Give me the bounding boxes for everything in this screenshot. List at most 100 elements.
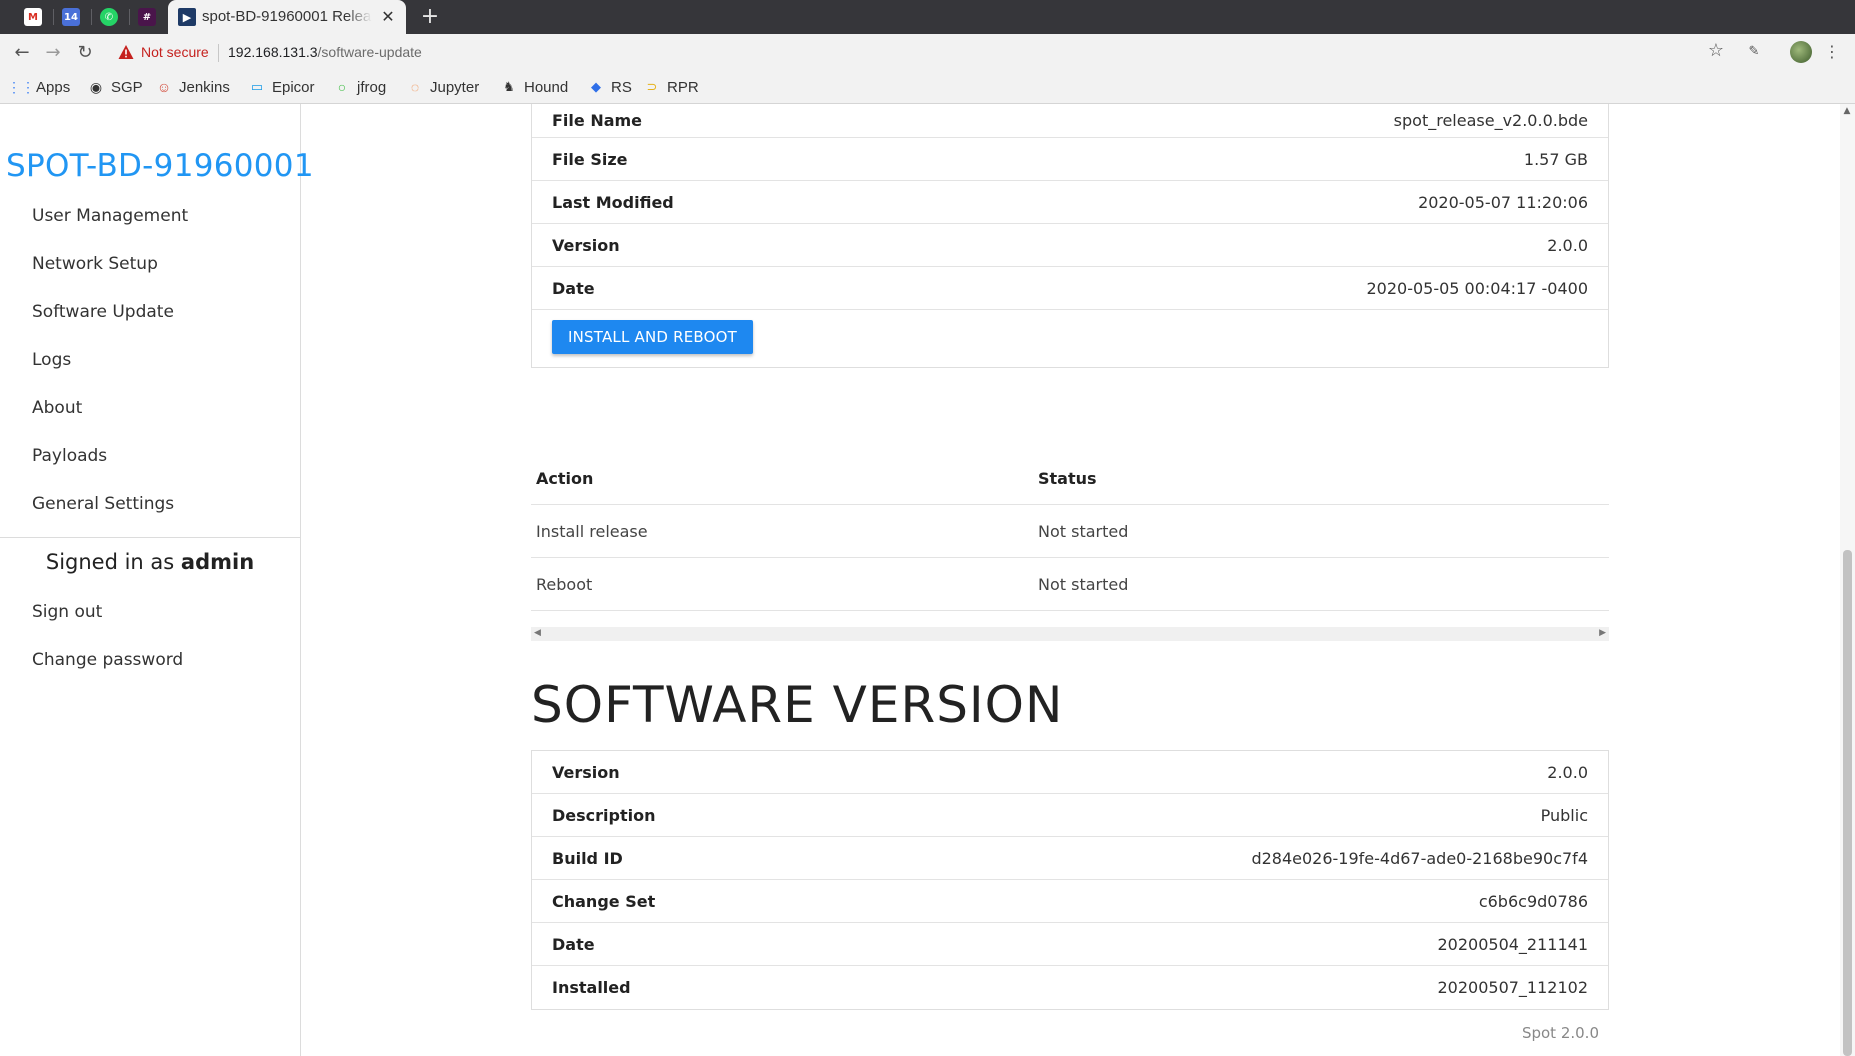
url-text[interactable]: 192.168.131.3/software-update — [228, 44, 422, 60]
not-secure-label[interactable]: Not secure — [141, 44, 209, 60]
kv-value: 2.0.0 — [1547, 235, 1588, 255]
apps-grid-icon: ⋮⋮ — [7, 78, 35, 95]
sidebar-item-user-management[interactable]: User Management — [32, 206, 188, 226]
back-arrow-icon[interactable]: ← — [10, 41, 34, 65]
table-row: Reboot Not started — [531, 558, 1609, 611]
install-and-reboot-button[interactable]: INSTALL AND REBOOT — [552, 320, 754, 354]
kv-row-installed: Installed 20200507_112102 — [532, 966, 1608, 1009]
bookmark-jenkins[interactable]: ☺ Jenkins — [156, 76, 230, 98]
bookmark-label: SGP — [111, 78, 143, 96]
change-password-link[interactable]: Change password — [32, 650, 183, 670]
page-viewport: SPOT-BD-91960001 User Management Network… — [0, 104, 1855, 1056]
rs-icon: ◆ — [591, 79, 601, 94]
rpr-icon: ⊃ — [646, 79, 658, 94]
menu-kebab-icon[interactable]: ⋮ — [1824, 40, 1840, 64]
table-horizontal-scrollbar[interactable]: ◀ ▶ — [531, 627, 1609, 641]
kv-row-date: Date 20200504_211141 — [532, 923, 1608, 966]
extension-icon[interactable]: ✎ — [1744, 42, 1764, 62]
calendar-icon: 14 — [62, 8, 80, 26]
hound-icon: ♞ — [503, 79, 515, 94]
spot-favicon-icon: ▶ — [178, 8, 196, 26]
kv-value: c6b6c9d0786 — [1478, 891, 1588, 911]
kv-row-file-size: File Size 1.57 GB — [532, 138, 1608, 181]
sign-out-link[interactable]: Sign out — [32, 602, 102, 622]
kv-row-file-name: File Name spot_release_v2.0.0.bde — [532, 104, 1608, 138]
slack-icon: # — [138, 8, 156, 26]
bookmark-hound[interactable]: ♞ Hound — [501, 76, 568, 98]
kv-value: spot_release_v2.0.0.bde — [1393, 111, 1588, 130]
kv-key: File Size — [552, 149, 628, 169]
kv-key: Version — [552, 235, 620, 255]
bookmark-jfrog[interactable]: ○ jfrog — [334, 76, 386, 98]
bookmark-rpr[interactable]: ⊃ RPR — [644, 76, 699, 98]
browser-toolbar: ← → ↻ Not secure 192.168.131.3/software-… — [0, 34, 1855, 70]
footer-version: Spot 2.0.0 — [1521, 1024, 1599, 1042]
scroll-up-icon[interactable]: ▲ — [1842, 106, 1852, 116]
kv-value: 2020-05-05 00:04:17 -0400 — [1366, 278, 1588, 298]
kv-value: 20200507_112102 — [1437, 978, 1588, 997]
bookmark-epicor[interactable]: ▭ Epicor — [249, 76, 315, 98]
tab-title: spot-BD-91960001 Release — [202, 8, 372, 25]
bookmark-label: Hound — [524, 78, 569, 96]
scroll-left-icon[interactable]: ◀ — [534, 628, 541, 638]
reload-icon[interactable]: ↻ — [73, 41, 97, 65]
kv-key: Description — [552, 805, 656, 825]
release-file-card: File Name spot_release_v2.0.0.bde File S… — [531, 104, 1609, 368]
kv-key: File Name — [552, 111, 643, 130]
pinned-tab-whatsapp[interactable]: ✆ — [92, 5, 126, 29]
bookmark-rs[interactable]: ◆ RS — [588, 76, 632, 98]
address-bar[interactable]: Not secure 192.168.131.3/software-update — [106, 39, 1706, 67]
sidebar-item-about[interactable]: About — [32, 398, 82, 418]
bookmark-jupyter[interactable]: ◌ Jupyter — [407, 76, 479, 98]
sidebar-item-software-update[interactable]: Software Update — [32, 302, 174, 322]
pinned-tab-calendar[interactable]: 14 — [54, 5, 88, 29]
signed-in-status: Signed in as admin — [0, 550, 300, 574]
bookmark-label: Jupyter — [430, 78, 480, 96]
pinned-tab-gmail[interactable]: M — [16, 5, 50, 29]
url-host: 192.168.131.3 — [228, 44, 318, 60]
sidebar-item-general-settings[interactable]: General Settings — [32, 494, 174, 514]
table-row: Install release Not started — [531, 505, 1609, 558]
sgp-icon: ◉ — [89, 78, 103, 95]
kv-row-date: Date 2020-05-05 00:04:17 -0400 — [532, 267, 1608, 310]
kv-key: Installed — [552, 978, 631, 997]
url-path: /software-update — [317, 44, 422, 60]
kv-row-change-set: Change Set c6b6c9d0786 — [532, 880, 1608, 923]
kv-row-description: Description Public — [532, 794, 1608, 837]
bookmark-label: RS — [611, 78, 632, 96]
update-status-table: Action Status Install release Not starte… — [531, 452, 1609, 611]
bookmark-star-icon[interactable]: ☆ — [1705, 40, 1727, 62]
brand-title[interactable]: SPOT-BD-91960001 — [6, 148, 314, 184]
active-tab[interactable]: ▶ spot-BD-91960001 Release ✕ — [168, 0, 406, 34]
kv-key: Date — [552, 278, 595, 298]
install-button-row: INSTALL AND REBOOT — [532, 310, 1608, 367]
tab-close-icon[interactable]: ✕ — [378, 7, 398, 27]
kv-value: 2.0.0 — [1547, 762, 1588, 782]
profile-avatar[interactable] — [1790, 41, 1812, 63]
warning-triangle-icon — [118, 45, 134, 59]
pinned-tab-slack[interactable]: # — [130, 5, 164, 29]
kv-key: Last Modified — [552, 192, 674, 212]
bookmark-label: Jenkins — [179, 78, 230, 96]
action-cell: Install release — [536, 521, 648, 541]
scrollbar-thumb[interactable] — [1843, 550, 1852, 1056]
jupyter-icon: ◌ — [410, 79, 420, 95]
sidebar-item-logs[interactable]: Logs — [32, 350, 71, 370]
kv-row-version: Version 2.0.0 — [532, 224, 1608, 267]
sidebar-item-payloads[interactable]: Payloads — [32, 446, 107, 466]
forward-arrow-icon[interactable]: → — [41, 41, 65, 65]
new-tab-icon[interactable]: + — [418, 5, 442, 29]
kv-key: Date — [552, 934, 595, 954]
kv-value: d284e026-19fe-4d67-ade0-2168be90c7f4 — [1251, 848, 1588, 868]
bookmark-label: RPR — [667, 78, 699, 96]
bookmark-apps[interactable]: ⋮⋮ Apps — [7, 76, 70, 98]
kv-key: Version — [552, 762, 620, 782]
kv-key: Change Set — [552, 891, 656, 911]
jfrog-icon: ○ — [337, 79, 347, 95]
epicor-icon: ▭ — [250, 79, 264, 94]
sidebar-item-network-setup[interactable]: Network Setup — [32, 254, 158, 274]
kv-value: 2020-05-07 11:20:06 — [1418, 192, 1588, 212]
scroll-right-icon[interactable]: ▶ — [1599, 628, 1606, 638]
bookmark-sgp[interactable]: ◉ SGP — [88, 76, 143, 98]
omnibox-divider — [218, 44, 219, 62]
